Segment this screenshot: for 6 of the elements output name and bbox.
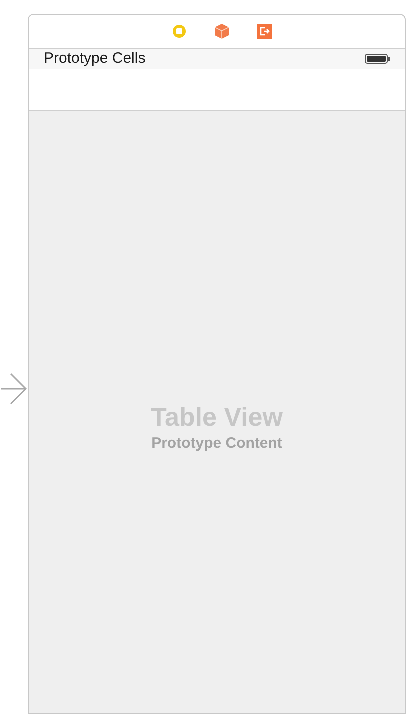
table-subtitle: Prototype Content: [152, 434, 282, 454]
cube-icon: [215, 24, 229, 39]
entry-arrow-icon: [1, 372, 28, 406]
battery-icon: [365, 54, 390, 64]
section-title: Prototype Cells: [44, 48, 146, 69]
exit-icon: [257, 24, 272, 39]
